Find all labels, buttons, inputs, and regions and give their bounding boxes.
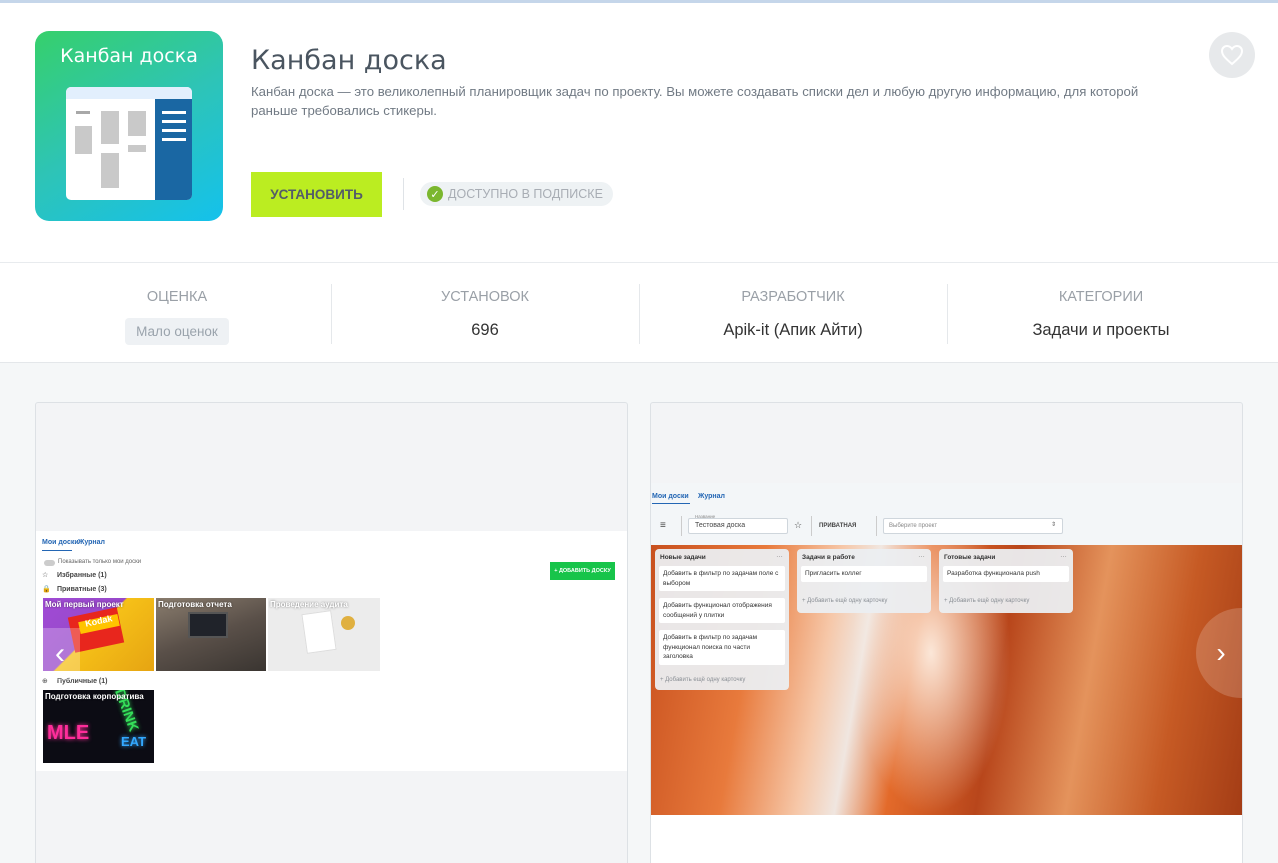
board-title: Подготовка отчета bbox=[158, 600, 232, 609]
subscription-badge: ✓ ДОСТУПНО В ПОДПИСКЕ bbox=[420, 182, 613, 206]
add-card-link: + Добавить ещё одну карточку bbox=[944, 598, 1030, 604]
stat-rating: ОЦЕНКА bbox=[23, 263, 331, 363]
lock-icon: 🔒 bbox=[42, 586, 51, 593]
kanban-card: Разработка функционала push bbox=[943, 566, 1069, 582]
add-board-button: + ДОБАВИТЬ ДОСКУ bbox=[550, 562, 615, 580]
star-icon: ☆ bbox=[794, 520, 803, 530]
screenshot-2[interactable]: Мои доски Журнал ≡ Название Тестовая дос… bbox=[650, 402, 1243, 863]
add-card-link: + Добавить ещё одну карточку bbox=[802, 598, 888, 604]
kanban-card: Добавить в фильтр по задачам функционал … bbox=[659, 630, 785, 665]
column-title: Задачи в работе bbox=[802, 554, 855, 561]
stat-label: КАТЕГОРИИ bbox=[1058, 289, 1144, 305]
toggle-label: Показывать только мои доски bbox=[58, 559, 142, 565]
favorites-group: Избранные (1) bbox=[57, 572, 107, 579]
tab-journal: Журнал bbox=[78, 539, 105, 546]
chevron-down-icon: ⇕ bbox=[1051, 522, 1057, 528]
app-title: Канбан доска bbox=[251, 45, 447, 76]
board-tile: Проведение аудита bbox=[268, 598, 380, 671]
kanban-column: Новые задачи … Добавить в фильтр по зада… bbox=[655, 549, 789, 690]
stat-categories: КАТЕГОРИИ Задачи и проекты bbox=[947, 263, 1255, 363]
stat-value[interactable]: Задачи и проекты bbox=[947, 321, 1255, 340]
stat-label: РАЗРАБОТЧИК bbox=[741, 289, 845, 305]
stat-value: 696 bbox=[471, 321, 499, 339]
project-placeholder: Выберите проект bbox=[889, 523, 938, 529]
add-card-link: + Добавить ещё одну карточку bbox=[660, 677, 746, 683]
stat-developer: РАЗРАБОТЧИК Apik-it (Апик Айти) bbox=[639, 263, 947, 363]
board-tile: Подготовка отчета bbox=[156, 598, 266, 671]
privacy-label: ПРИВАТНАЯ bbox=[819, 523, 857, 529]
kanban-card: Добавить функционал отображения сообщени… bbox=[659, 598, 785, 623]
column-title: Готовые задачи bbox=[944, 554, 996, 561]
kanban-card: Пригласить коллег bbox=[801, 566, 927, 582]
menu-icon: ≡ bbox=[660, 520, 666, 531]
stat-value: Apik-it (Апик Айти) bbox=[723, 321, 863, 339]
check-icon: ✓ bbox=[427, 186, 443, 202]
stat-installs: УСТАНОВОК 696 bbox=[331, 263, 639, 363]
kanban-board-illustration bbox=[66, 87, 192, 200]
private-group: Приватные (3) bbox=[57, 586, 107, 593]
stat-label: УСТАНОВОК bbox=[441, 289, 529, 305]
tab-journal: Журнал bbox=[698, 493, 725, 500]
app-logo-title: Канбан доска bbox=[60, 45, 198, 67]
heart-icon bbox=[1220, 44, 1244, 66]
board-title: Подготовка корпоратива bbox=[45, 692, 144, 701]
chevron-left-icon[interactable]: ‹ bbox=[40, 628, 80, 680]
kanban-card: Добавить в фильтр по задачам поле с выбо… bbox=[659, 566, 785, 591]
screenshot-1[interactable]: Мои доски Журнал Показывать только мои д… bbox=[35, 402, 628, 863]
kanban-column: Готовые задачи … Разработка функционала … bbox=[939, 549, 1073, 613]
board-title: Мой первый проект bbox=[45, 600, 124, 609]
subscription-label: ДОСТУПНО В ПОДПИСКЕ bbox=[448, 187, 603, 201]
tab-my-boards: Мои доски bbox=[652, 493, 689, 500]
name-label: Название bbox=[695, 514, 716, 519]
tab-my-boards: Мои доски bbox=[42, 539, 79, 546]
board-name: Тестовая доска bbox=[695, 522, 746, 529]
app-description: Канбан доска — это великолепный планиров… bbox=[251, 84, 1139, 118]
install-button[interactable]: УСТАНОВИТЬ bbox=[251, 172, 382, 217]
stat-label: ОЦЕНКА bbox=[146, 289, 208, 305]
favorite-button[interactable] bbox=[1209, 32, 1255, 78]
board-toolbar bbox=[651, 483, 1242, 545]
screenshot-footer bbox=[651, 815, 1242, 863]
star-icon: ☆ bbox=[42, 572, 49, 579]
app-header: Канбан доска Канбан доска Канбан доска —… bbox=[0, 3, 1278, 263]
app-logo: Канбан доска bbox=[35, 31, 223, 221]
rating-badge: Мало оценок bbox=[125, 318, 229, 345]
toggle bbox=[44, 560, 55, 566]
divider bbox=[403, 178, 404, 210]
column-title: Новые задачи bbox=[660, 554, 706, 561]
board-title: Проведение аудита bbox=[270, 600, 348, 609]
stats-bar: ОЦЕНКА УСТАНОВОК 696 РАЗРАБОТЧИК Apik-it… bbox=[0, 262, 1278, 363]
kanban-column: Задачи в работе … Пригласить коллег + До… bbox=[797, 549, 931, 613]
board-tile: MLE DRINK EAT Подготовка корпоратива bbox=[43, 690, 154, 763]
